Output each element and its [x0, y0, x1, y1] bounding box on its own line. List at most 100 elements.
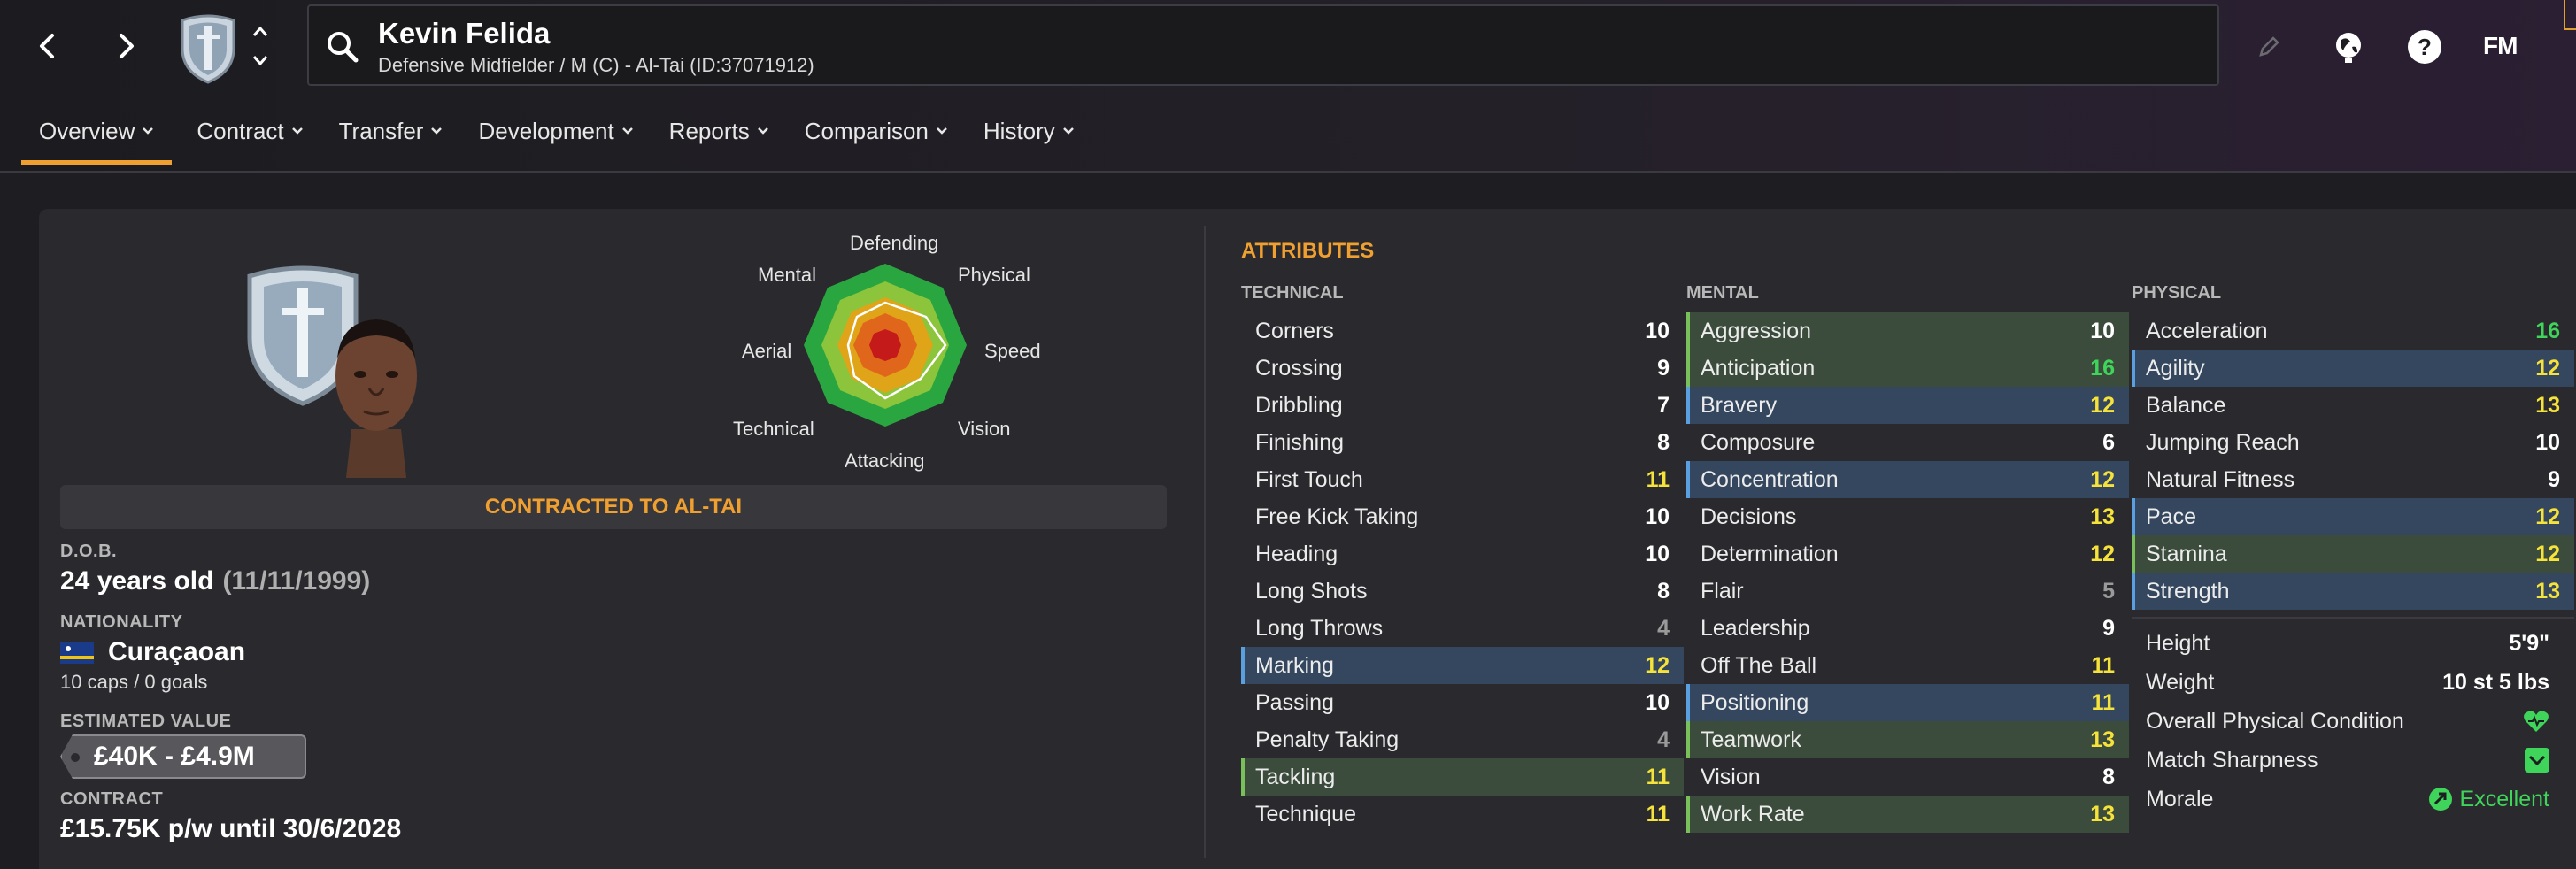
tab-history[interactable]: History	[966, 113, 1092, 149]
window-corner-mark	[2564, 0, 2576, 30]
nationality-name: Curaçaoan	[108, 637, 246, 666]
attribute-row-free-kick-taking[interactable]: Free Kick Taking 10	[1241, 498, 1684, 535]
chevron-down-icon	[291, 127, 303, 135]
attribute-row-anticipation[interactable]: Anticipation 16	[1686, 350, 2129, 387]
mental-attributes: Aggression 10 Anticipation 16 Bravery 12 Compo…	[1686, 312, 2129, 833]
help-icon: ?	[2408, 30, 2441, 64]
tab-transfer[interactable]: Transfer	[321, 113, 461, 149]
help-button[interactable]: ?	[2402, 25, 2447, 69]
up-down-icon[interactable]	[248, 21, 273, 71]
tab-comparison[interactable]: Comparison	[787, 113, 966, 149]
attribute-row-heading[interactable]: Heading 10	[1241, 535, 1684, 573]
attribute-row-long-shots[interactable]: Long Shots 8	[1241, 573, 1684, 610]
age-value: 24 years old	[60, 566, 214, 596]
attribute-row-tackling[interactable]: Tackling 11	[1241, 758, 1684, 796]
attribute-row-crossing[interactable]: Crossing 9	[1241, 350, 1684, 387]
contract-status-bar[interactable]: CONTRACTED TO AL-TAI	[60, 485, 1167, 529]
attribute-value: 12	[2535, 541, 2560, 566]
fm-logo[interactable]: FM	[2483, 32, 2518, 60]
attribute-row-bravery[interactable]: Bravery 12	[1686, 387, 2129, 424]
attribute-row-dribbling[interactable]: Dribbling 7	[1241, 387, 1684, 424]
attribute-value: 16	[2090, 355, 2115, 381]
tab-reports[interactable]: Reports	[652, 113, 787, 149]
attribute-row-concentration[interactable]: Concentration 12	[1686, 461, 2129, 498]
chevron-down-icon	[937, 127, 947, 135]
edit-button[interactable]	[2247, 25, 2291, 69]
attribute-row-work-rate[interactable]: Work Rate 13	[1686, 796, 2129, 833]
tab-label: Reports	[668, 117, 750, 144]
attribute-value: 7	[1657, 392, 1670, 418]
nationality-label: NATIONALITY	[60, 612, 183, 632]
sharpness-row[interactable]: Match Sharpness	[2132, 742, 2564, 779]
radar-label-physical: Physical	[958, 264, 1030, 286]
chevron-down-icon	[143, 127, 154, 135]
attribute-row-aggression[interactable]: Aggression 10	[1686, 312, 2129, 350]
attribute-value: 9	[2548, 466, 2560, 492]
attribute-row-agility[interactable]: Agility 12	[2132, 350, 2574, 387]
curacao-flag-icon	[60, 642, 94, 665]
edit-pencil-icon	[2259, 36, 2279, 57]
club-crest-icon[interactable]	[177, 13, 239, 84]
attribute-value: 6	[2102, 429, 2115, 455]
nationality-value[interactable]: Curaçaoan	[60, 637, 245, 667]
attribute-row-passing[interactable]: Passing 10	[1241, 684, 1684, 721]
birth-date: (11/11/1999)	[222, 566, 371, 596]
attribute-row-jumping-reach[interactable]: Jumping Reach 10	[2132, 424, 2574, 461]
attribute-row-leadership[interactable]: Leadership 9	[1686, 610, 2129, 647]
attribute-row-first-touch[interactable]: First Touch 11	[1241, 461, 1684, 498]
attribute-row-corners[interactable]: Corners 10	[1241, 312, 1684, 350]
forward-button[interactable]	[99, 19, 152, 73]
chevron-down-icon	[621, 127, 633, 135]
dob-label: D.O.B.	[60, 542, 118, 561]
attribute-row-long-throws[interactable]: Long Throws 4	[1241, 610, 1684, 647]
attribute-row-determination[interactable]: Determination 12	[1686, 535, 2129, 573]
attribute-row-decisions[interactable]: Decisions 13	[1686, 498, 2129, 535]
world-button[interactable]	[2326, 25, 2371, 69]
player-search-box[interactable]: Kevin Felida Defensive Midfielder / M (C…	[307, 4, 2219, 86]
attribute-row-acceleration[interactable]: Acceleration 16	[2132, 312, 2574, 350]
attribute-value: 9	[2102, 615, 2115, 641]
attribute-name: Teamwork	[1701, 727, 1801, 752]
attribute-row-natural-fitness[interactable]: Natural Fitness 9	[2132, 461, 2574, 498]
attributes-title: ATTRIBUTES	[1241, 239, 1375, 263]
attribute-name: Work Rate	[1701, 801, 1805, 827]
radar-chart	[804, 264, 967, 427]
condition-row[interactable]: Overall Physical Condition	[2132, 703, 2564, 740]
attribute-row-composure[interactable]: Composure 6	[1686, 424, 2129, 461]
attribute-row-vision[interactable]: Vision 8	[1686, 758, 2129, 796]
contract-value: £15.75K p/w until 30/6/2028	[60, 814, 402, 843]
tab-overview[interactable]: Overview	[21, 113, 173, 165]
attribute-value: 12	[2090, 466, 2115, 492]
attribute-name: Passing	[1255, 689, 1334, 715]
attribute-value: 8	[2102, 764, 2115, 789]
forward-icon	[120, 34, 134, 58]
back-icon	[40, 34, 54, 58]
attribute-row-marking[interactable]: Marking 12	[1241, 647, 1684, 684]
attribute-name: Penalty Taking	[1255, 727, 1400, 752]
attribute-row-flair[interactable]: Flair 5	[1686, 573, 2129, 610]
search-icon[interactable]	[325, 29, 360, 65]
morale-row[interactable]: Morale Excellent	[2132, 781, 2564, 818]
attribute-row-teamwork[interactable]: Teamwork 13	[1686, 721, 2129, 758]
attribute-name: Positioning	[1701, 689, 1809, 715]
back-button[interactable]	[21, 19, 74, 73]
attribute-row-balance[interactable]: Balance 13	[2132, 387, 2574, 424]
attribute-row-positioning[interactable]: Positioning 11	[1686, 684, 2129, 721]
height-label: Height	[2146, 630, 2210, 656]
attribute-row-pace[interactable]: Pace 12	[2132, 498, 2574, 535]
attribute-row-penalty-taking[interactable]: Penalty Taking 4	[1241, 721, 1684, 758]
attribute-value: 13	[2535, 578, 2560, 604]
chevron-down-icon	[757, 127, 768, 135]
tab-development[interactable]: Development	[460, 113, 651, 149]
attribute-value: 11	[1646, 764, 1670, 789]
attribute-name: Decisions	[1701, 504, 1797, 529]
attribute-row-strength[interactable]: Strength 13	[2132, 573, 2574, 610]
attribute-row-technique[interactable]: Technique 11	[1241, 796, 1684, 833]
attribute-value: 10	[2090, 318, 2115, 343]
attribute-row-off-the-ball[interactable]: Off The Ball 11	[1686, 647, 2129, 684]
technical-header: TECHNICAL	[1241, 283, 1344, 303]
condition-label: Overall Physical Condition	[2146, 708, 2404, 734]
attribute-row-stamina[interactable]: Stamina 12	[2132, 535, 2574, 573]
tab-contract[interactable]: Contract	[179, 113, 320, 149]
attribute-row-finishing[interactable]: Finishing 8	[1241, 424, 1684, 461]
